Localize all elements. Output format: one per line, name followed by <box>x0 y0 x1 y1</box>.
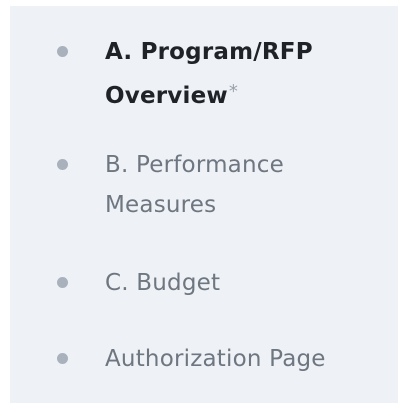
section-nav-panel: A. Program/RFP Overview* B. Performance … <box>10 6 398 403</box>
bullet-icon <box>57 46 68 57</box>
bullet-icon <box>57 277 68 288</box>
nav-item-label: B. Performance Measures <box>105 152 284 218</box>
nav-item-label: C. Budget <box>105 270 221 296</box>
nav-item-program-rfp-overview[interactable]: A. Program/RFP Overview* <box>10 32 398 112</box>
nav-item-budget[interactable]: C. Budget <box>10 263 398 303</box>
bullet-icon <box>57 159 68 170</box>
nav-item-label: A. Program/RFP Overview* <box>105 39 313 109</box>
required-asterisk-icon: * <box>228 81 239 102</box>
nav-item-label: Authorization Page <box>105 346 326 372</box>
nav-item-performance-measures[interactable]: B. Performance Measures <box>10 145 398 225</box>
nav-item-authorization-page[interactable]: Authorization Page <box>10 339 398 379</box>
bullet-icon <box>57 353 68 364</box>
